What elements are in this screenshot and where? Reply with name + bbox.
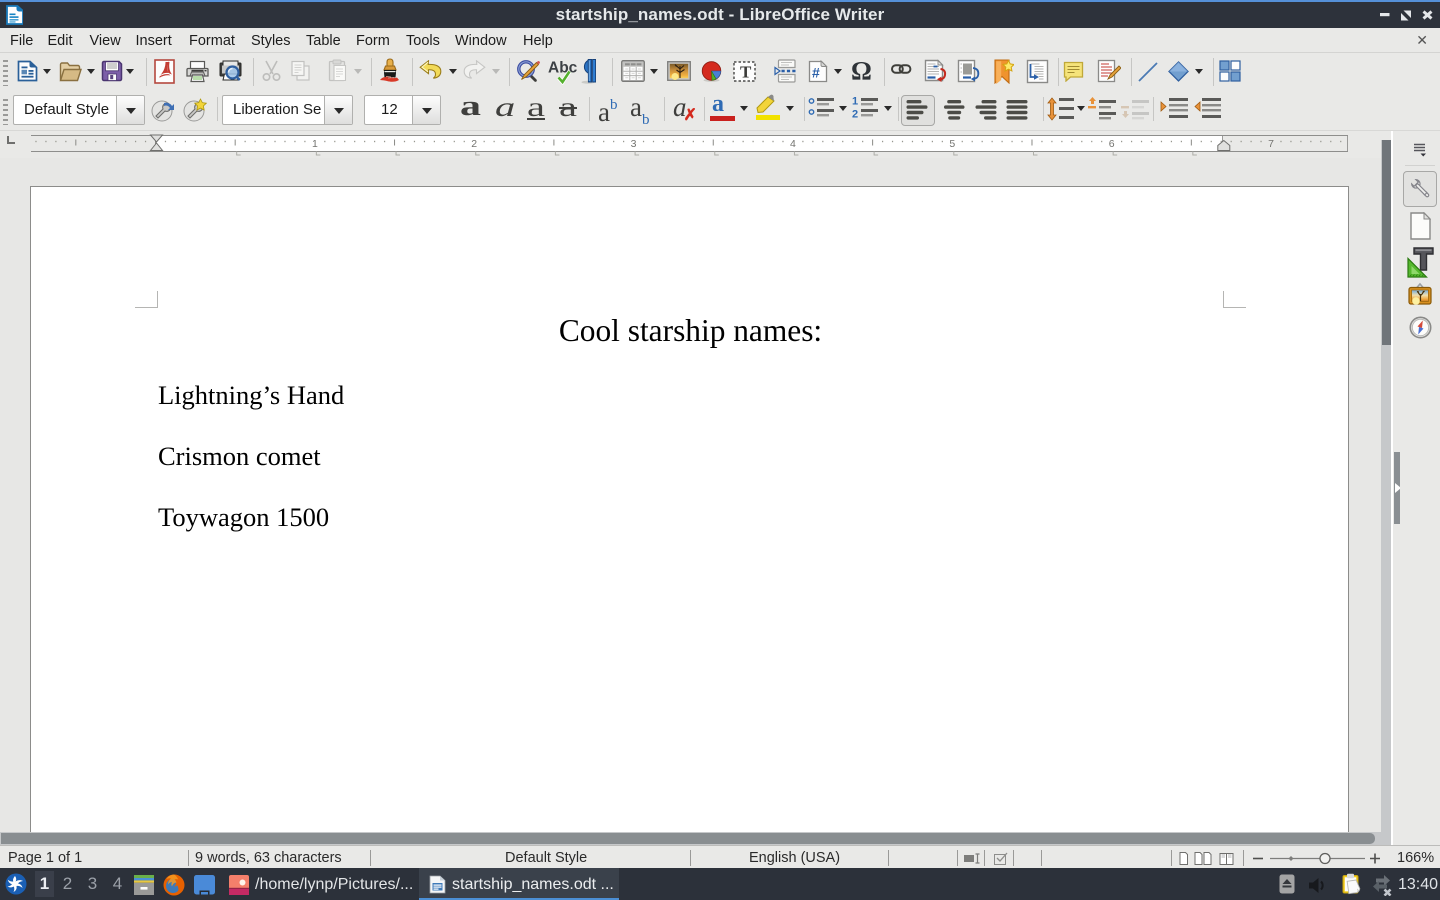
svg-text:T: T xyxy=(740,63,752,82)
svg-text:Ω: Ω xyxy=(851,59,872,84)
svg-text:#: # xyxy=(812,65,820,81)
svg-text:1: 1 xyxy=(852,96,858,108)
svg-text:Abc: Abc xyxy=(548,60,578,77)
svg-text:2: 2 xyxy=(852,109,858,121)
